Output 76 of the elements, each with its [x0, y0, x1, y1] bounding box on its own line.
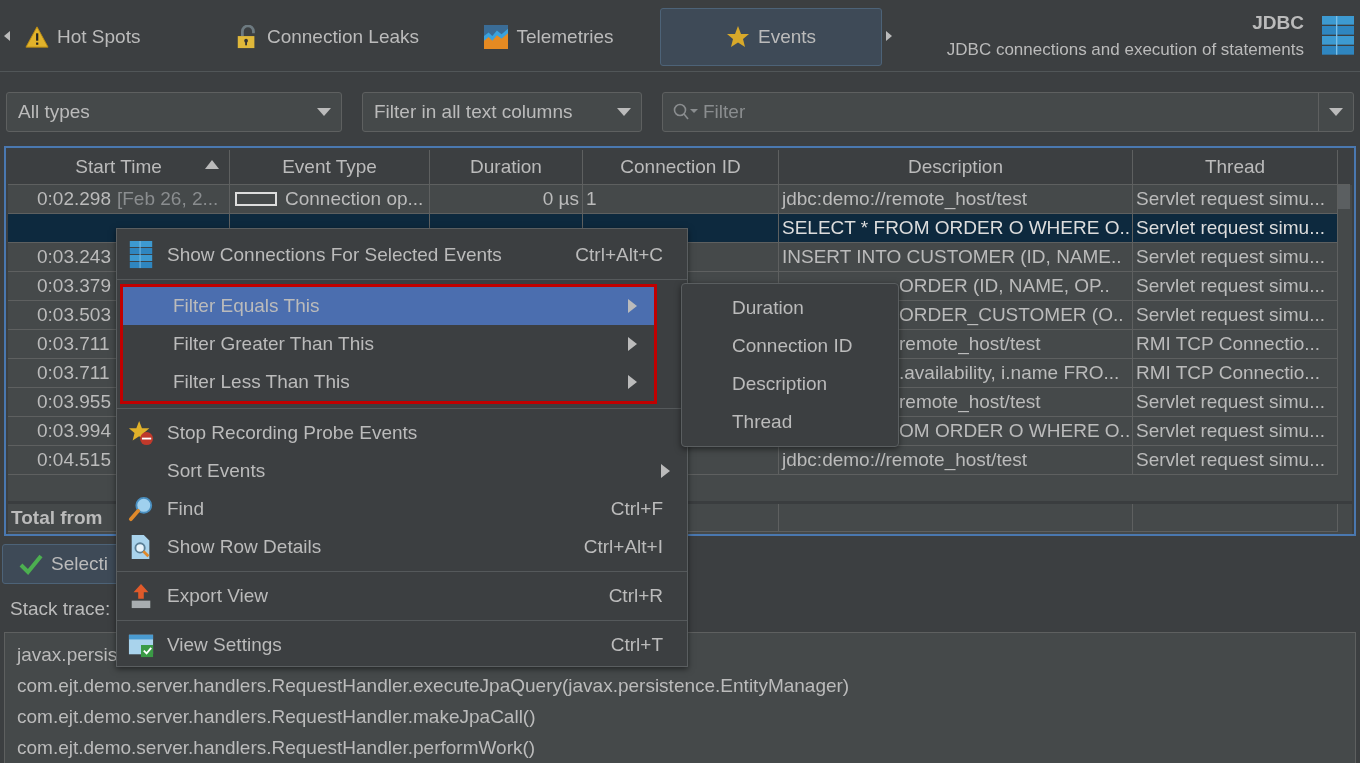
- dropdown-arrow-icon: [617, 108, 631, 116]
- total-label: Total from: [11, 506, 103, 529]
- scroll-left-icon[interactable]: [4, 30, 10, 41]
- menu-item[interactable]: Sort Events: [117, 452, 687, 490]
- event-type-swatch: [235, 192, 277, 206]
- table-cell: INSERT INTO CUSTOMER (ID, NAME..: [782, 246, 1122, 268]
- table-cell: 1: [586, 188, 597, 210]
- search-field[interactable]: Filter: [662, 92, 1354, 132]
- stack-frame[interactable]: com.ejt.demo.server.handlers.RequestHandler.executeJpaQuery(javax.persistence.EntityManager): [17, 675, 850, 697]
- table-cell: 0:03.711: [37, 333, 110, 355]
- table-cell: Servlet request simu...: [1136, 449, 1326, 471]
- table-cell: 0:04.515: [37, 449, 111, 471]
- table-cell: remote_host/test: [899, 333, 1041, 355]
- database-icon: [128, 241, 154, 269]
- table-cell: 0:03.243: [37, 246, 111, 268]
- magnifier-icon: [128, 495, 154, 523]
- dropdown-arrow-icon: [1329, 108, 1343, 116]
- table-cell: Servlet request simu...: [1136, 391, 1326, 413]
- dropdown-arrow-icon: [317, 108, 331, 116]
- star-icon: [725, 24, 750, 49]
- table-cell: 0:02.298: [37, 188, 111, 210]
- table-cell: OM ORDER O WHERE O..: [899, 420, 1131, 442]
- table-cell: 0:03.379: [37, 275, 111, 297]
- tab[interactable]: Hot Spots: [16, 7, 216, 66]
- menu-item[interactable]: Filter Less Than This: [123, 363, 654, 401]
- menu-item[interactable]: Find Ctrl+F: [117, 490, 687, 528]
- table-cell: Connection op...: [285, 188, 424, 210]
- column-dropdown[interactable]: Filter in all text columns: [362, 92, 642, 132]
- table-cell: [Feb 26, 2...: [116, 188, 219, 210]
- table-cell: ORDER_CUSTOMER (O..: [899, 304, 1124, 326]
- table-cell: Servlet request simu...: [1136, 420, 1326, 442]
- scrollbar-thumb[interactable]: [1338, 185, 1350, 209]
- view-title: JDBC: [1252, 11, 1304, 34]
- table-cell: ORDER (ID, NAME, OP..: [899, 275, 1110, 297]
- tab[interactable]: Connection Leaks: [216, 7, 438, 66]
- search-icon: [673, 103, 699, 121]
- chart-icon: [484, 24, 509, 49]
- view-subtitle: JDBC connections and execution of statements: [946, 39, 1304, 60]
- warning-icon: [25, 24, 49, 49]
- checkmark-icon: [19, 553, 43, 575]
- tab[interactable]: Telemetries: [438, 7, 660, 66]
- table-cell: Servlet request simu...: [1136, 304, 1326, 326]
- tab[interactable]: Events: [660, 7, 882, 66]
- table-cell: 0:03.711: [37, 362, 110, 384]
- table-cell: RMI TCP Connectio...: [1136, 362, 1321, 384]
- table-cell: 0 µs: [542, 188, 579, 210]
- table-cell: 0:03.955: [37, 391, 111, 413]
- menu-item[interactable]: Filter Greater Than This: [123, 325, 654, 363]
- stack-frame[interactable]: javax.persis: [17, 644, 118, 666]
- type-dropdown[interactable]: All types: [6, 92, 342, 132]
- table-row[interactable]: 0:02.298 [Feb 26, 2... Connection op... 0 µs 1 jdbc:demo://remote_host/test Servlet request simu...: [8, 185, 1352, 214]
- table-cell: remote_host/test: [899, 391, 1041, 413]
- menu-item[interactable]: Show Connections For Selected Events Ctrl+Alt+C: [117, 236, 687, 274]
- stack-trace-label: Stack trace:: [10, 598, 111, 621]
- search-input[interactable]: Filter: [699, 100, 1318, 124]
- star-stop-icon: [128, 419, 154, 447]
- scroll-right-icon[interactable]: [886, 30, 892, 41]
- table-cell: Servlet request simu...: [1136, 188, 1326, 210]
- table-cell: 0:03.994: [37, 420, 111, 442]
- menu-item[interactable]: Duration: [682, 289, 898, 327]
- menu-item[interactable]: Description: [682, 365, 898, 403]
- menu-item[interactable]: Connection ID: [682, 327, 898, 365]
- table-cell: 0:03.503: [37, 304, 111, 326]
- table-cell: Servlet request simu...: [1136, 217, 1326, 239]
- menu-item[interactable]: View Settings Ctrl+T: [117, 626, 687, 664]
- table-cell: jdbc:demo://remote_host/test: [782, 188, 1027, 210]
- database-icon: [1322, 15, 1354, 56]
- table-cell: Servlet request simu...: [1136, 275, 1326, 297]
- stack-frame[interactable]: com.ejt.demo.server.handlers.RequestHandler.makeJpaCall(): [17, 706, 536, 728]
- table-cell: jdbc:demo://remote_host/test: [782, 449, 1027, 471]
- table-cell: Servlet request simu...: [1136, 246, 1326, 268]
- table-cell: RMI TCP Connectio...: [1136, 333, 1321, 355]
- menu-item[interactable]: Thread: [682, 403, 898, 441]
- table-cell: .availability, i.name FRO...: [899, 362, 1120, 384]
- stack-frame[interactable]: com.ejt.demo.server.handlers.RequestHandler.performWork(): [17, 737, 536, 759]
- table-cell: SELECT * FROM ORDER O WHERE O..: [782, 217, 1131, 239]
